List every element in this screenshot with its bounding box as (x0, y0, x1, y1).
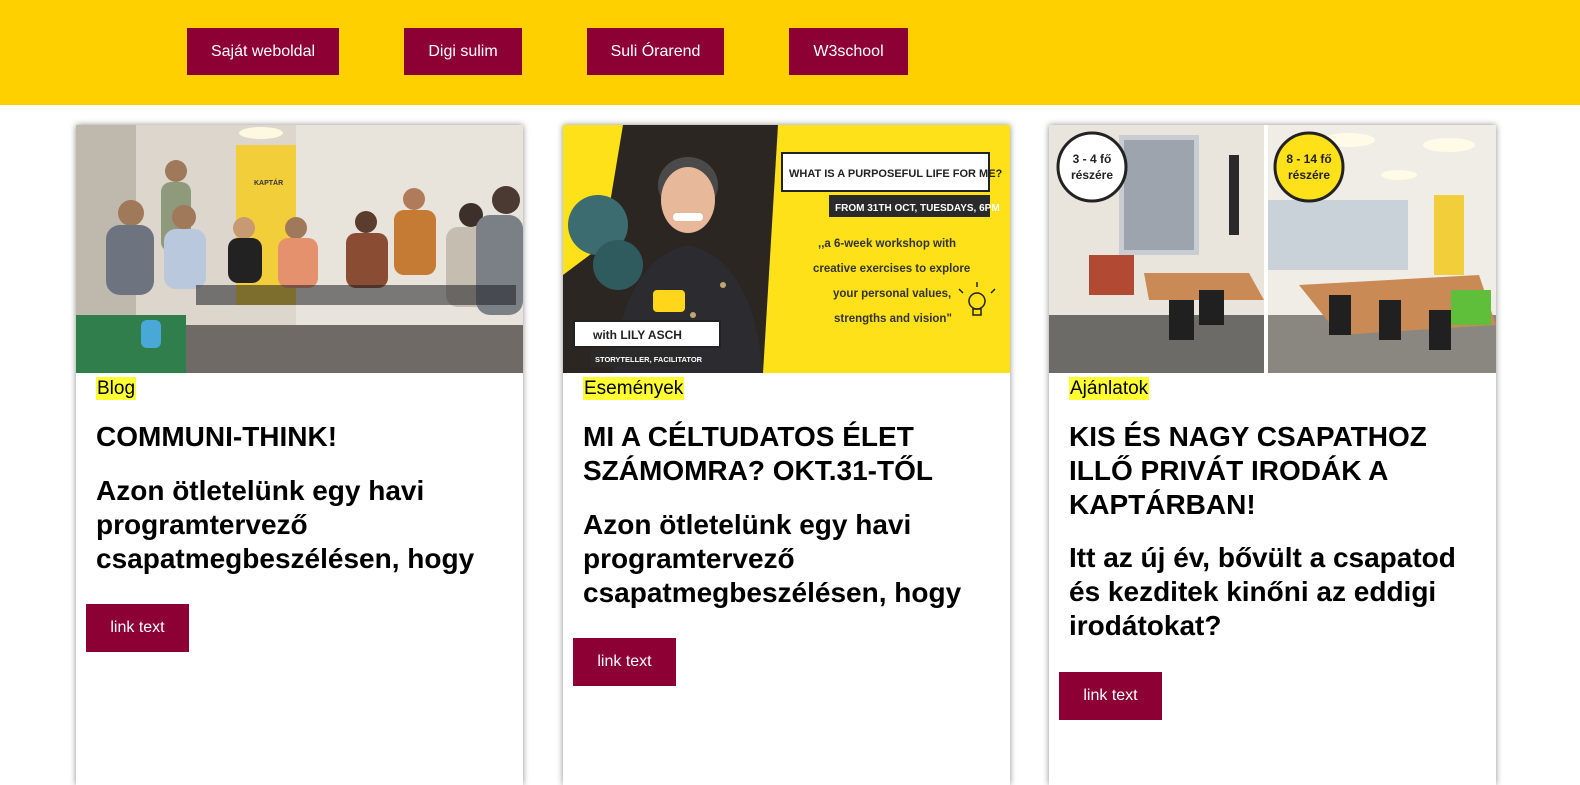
card-image-offices[interactable]: 3 - 4 fő részére 8 - 14 fő részére (1049, 125, 1496, 373)
post-card-events: WHAT IS A PURPOSEFUL LIFE FOR ME? FROM 3… (563, 125, 1010, 785)
nav-button-suli-orarend[interactable]: Suli Órarend (587, 28, 724, 75)
category-label[interactable]: Ajánlatok (1069, 377, 1150, 400)
svg-text:3 - 4 fő: 3 - 4 fő (1073, 152, 1112, 166)
post-card-blog: KAPTÁR Blog COMMUNI-THINK! Azon ötletelü… (76, 125, 523, 785)
svg-text:your personal values,: your personal values, (833, 288, 951, 300)
nav-button-w3school[interactable]: W3school (789, 28, 908, 75)
card-image-team-meeting[interactable]: KAPTÁR (76, 125, 523, 373)
svg-text:részére: részére (1071, 168, 1113, 182)
post-title[interactable]: KIS ÉS NAGY CSAPATHOZ ILLŐ PRIVÁT IRODÁK… (1069, 420, 1484, 522)
post-card-offers: 3 - 4 fő részére 8 - 14 fő részére Ajánl… (1049, 125, 1496, 785)
svg-text:,,a 6-week workshop with: ,,a 6-week workshop with (818, 238, 956, 250)
nav-button-digi-sulim[interactable]: Digi sulim (404, 28, 522, 75)
post-title[interactable]: COMMUNI-THINK! (96, 420, 511, 454)
svg-text:FROM 31TH OCT, TUESDAYS, 6PM: FROM 31TH OCT, TUESDAYS, 6PM (835, 203, 1000, 214)
svg-text:strengths and vision": strengths and vision" (834, 313, 952, 325)
card-image-workshop-poster[interactable]: WHAT IS A PURPOSEFUL LIFE FOR ME? FROM 3… (563, 125, 1010, 373)
workshop-poster: WHAT IS A PURPOSEFUL LIFE FOR ME? FROM 3… (563, 125, 1010, 373)
team-meeting-photo: KAPTÁR (76, 125, 523, 373)
read-more-button[interactable]: link text (573, 638, 676, 686)
category-label[interactable]: Blog (96, 377, 137, 400)
post-excerpt: Azon ötletelünk egy havi programtervező … (96, 475, 475, 574)
nav-button-sajat-weboldal[interactable]: Saját weboldal (187, 28, 339, 75)
top-navigation-bar: Saját weboldal Digi sulim Suli Órarend W… (0, 0, 1580, 105)
svg-text:8 - 14 fő: 8 - 14 fő (1286, 152, 1331, 166)
svg-text:STORYTELLER, FACILITATOR: STORYTELLER, FACILITATOR (595, 355, 703, 364)
office-photos: 3 - 4 fő részére 8 - 14 fő részére (1049, 125, 1496, 373)
svg-text:WHAT IS A PURPOSEFUL LIFE FOR: WHAT IS A PURPOSEFUL LIFE FOR ME? (789, 168, 1003, 180)
post-excerpt: Itt az új év, bővült a csapatod és kezdi… (1069, 542, 1456, 641)
read-more-button[interactable]: link text (86, 604, 189, 652)
svg-text:részére: részére (1288, 168, 1330, 182)
svg-text:creative exercises to explore: creative exercises to explore (813, 263, 970, 275)
category-label[interactable]: Események (583, 377, 685, 400)
read-more-button[interactable]: link text (1059, 672, 1162, 720)
svg-text:KAPTÁR: KAPTÁR (254, 178, 283, 187)
svg-text:with LILY ASCH: with LILY ASCH (592, 328, 682, 342)
post-excerpt: Azon ötletelünk egy havi programtervező … (583, 509, 962, 608)
post-title[interactable]: MI A CÉLTUDATOS ÉLET SZÁMOMRA? OKT.31-TŐ… (583, 420, 998, 488)
